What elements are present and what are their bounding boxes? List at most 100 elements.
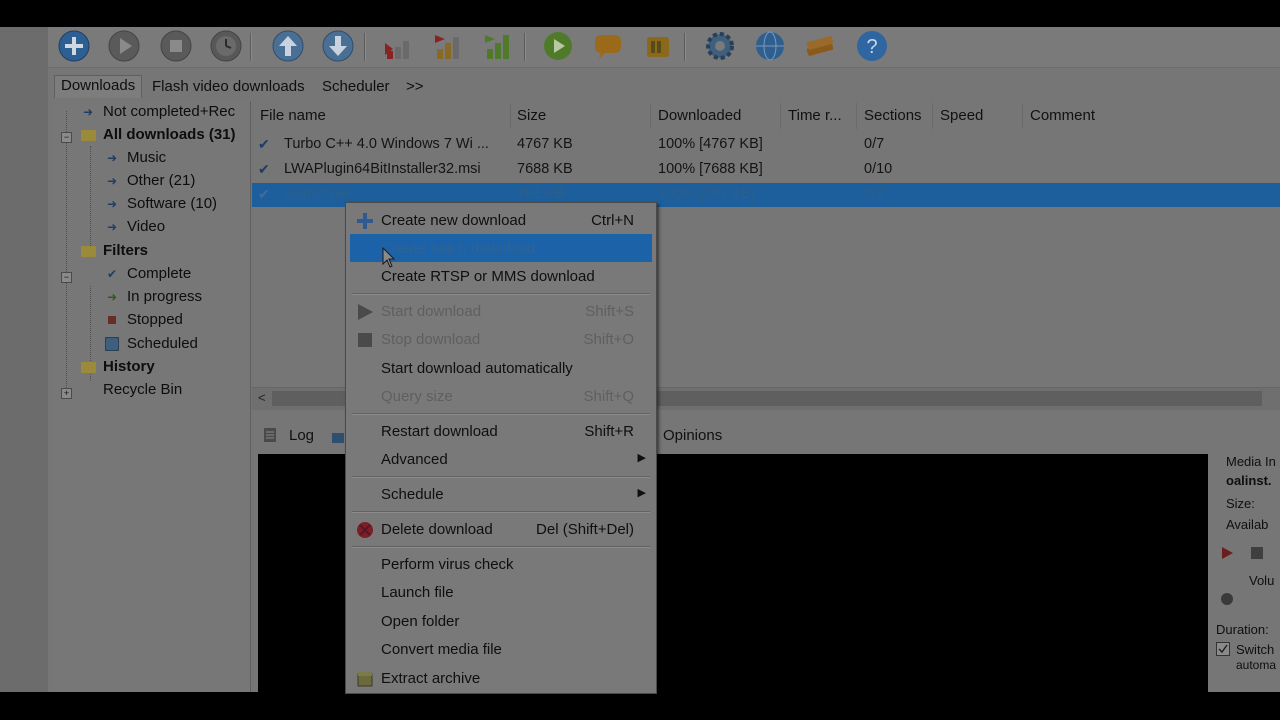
tree-item-other[interactable]: ➜ Other (21) [104, 170, 195, 192]
tree-item-software[interactable]: ➜ Software (10) [104, 193, 217, 215]
switch-label: Switch [1236, 642, 1275, 657]
column-downloaded[interactable]: Downloaded [658, 107, 741, 124]
stop-square-icon [104, 312, 120, 328]
column-speed[interactable]: Speed [940, 107, 983, 124]
checkmark-icon: ✔ [106, 267, 118, 281]
checkmark-icon: ✔ [258, 186, 270, 202]
tree-item-recycle-bin[interactable]: Recycle Bin [80, 379, 182, 401]
volume-icon [1220, 592, 1234, 609]
switch-checkbox[interactable] [1216, 642, 1230, 659]
grabber-icon[interactable] [640, 29, 676, 63]
tree-item-music[interactable]: ➜ Music [104, 147, 166, 169]
bottom-black-border [0, 692, 1280, 720]
menu-item-start-download-automatically[interactable]: Start download automatically [346, 354, 656, 382]
column-file-name[interactable]: File name [260, 107, 326, 124]
chat-icon[interactable] [590, 29, 626, 63]
top-black-border [0, 0, 1280, 27]
media-info-title: Media In [1226, 454, 1276, 469]
speed-medium-icon[interactable] [430, 29, 466, 63]
scroll-left-icon[interactable]: < [258, 390, 266, 405]
folder-icon [80, 243, 96, 259]
view-tabs: Downloads Flash video downloads Schedule… [48, 75, 508, 99]
auto-label: automa [1236, 658, 1277, 672]
column-time-remaining[interactable]: Time r... [788, 107, 842, 124]
archive-icon [356, 670, 374, 688]
tab-opinions[interactable]: Opinions [663, 427, 722, 444]
folder-icon [80, 127, 96, 143]
submenu-arrow-icon: ▶ [637, 487, 646, 499]
move-up-icon[interactable] [270, 29, 306, 63]
menu-item-open-folder[interactable]: Open folder [346, 607, 656, 635]
media-info-panel: Media In oalinst. Size: Availab Volu Dur… [1208, 454, 1280, 692]
tree-item-not-completed[interactable]: ➜ Not completed+Rec [80, 101, 235, 123]
stop-icon[interactable] [158, 29, 194, 63]
settings-gear-icon[interactable] [702, 29, 738, 63]
mouse-pointer-icon [382, 246, 396, 274]
tree-item-scheduled[interactable]: Scheduled [104, 333, 198, 355]
expand-history-icon[interactable]: + [61, 388, 72, 399]
play-icon [356, 303, 374, 321]
tree-item-complete[interactable]: ✔ Complete [104, 263, 191, 285]
move-down-icon[interactable] [320, 29, 356, 63]
menu-item-restart-download[interactable]: Restart download Shift+R [346, 417, 656, 445]
column-size[interactable]: Size [517, 107, 546, 124]
add-download-icon[interactable] [56, 29, 92, 63]
play-icon[interactable] [1220, 546, 1234, 563]
tab-more[interactable]: >> [406, 78, 424, 95]
media-available-label: Availab [1226, 517, 1269, 532]
delete-icon [356, 521, 374, 539]
menu-item-stop-download[interactable]: Stop download Shift+O [346, 325, 656, 353]
tab-scheduler[interactable]: Scheduler [322, 78, 390, 95]
tree-item-filters[interactable]: Filters [80, 240, 148, 262]
arrow-icon: ➜ [106, 197, 118, 211]
table-row[interactable]: ✔ LWAPlugin64BitInstaller32.msi 7688 KB … [252, 158, 1280, 182]
menu-item-advanced[interactable]: Advanced ▶ [346, 445, 656, 473]
menu-item-start-download[interactable]: Start download Shift+S [346, 297, 656, 325]
collapse-filters-icon[interactable]: − [61, 272, 72, 283]
column-sections[interactable]: Sections [864, 107, 922, 124]
tab-downloads[interactable]: Downloads [54, 75, 143, 98]
menu-item-launch-file[interactable]: Launch file [346, 578, 656, 606]
menu-item-extract-archive[interactable]: Extract archive [346, 664, 656, 692]
table-row[interactable]: ✔ Turbo C++ 4.0 Windows 7 Wi ... 4767 KB… [252, 133, 1280, 157]
desktop-left-edge [0, 27, 48, 692]
scheduled-icon [104, 336, 120, 352]
menu-item-create-new-download[interactable]: Create new download Ctrl+N [346, 206, 656, 234]
collapse-all-downloads-icon[interactable]: − [61, 132, 72, 143]
help-icon[interactable]: ? [854, 29, 890, 63]
column-comment[interactable]: Comment [1030, 107, 1095, 124]
arrow-icon: ➜ [82, 105, 94, 119]
tree-item-stopped[interactable]: Stopped [104, 309, 183, 331]
tree-item-all-downloads[interactable]: All downloads (31) [80, 124, 236, 146]
menu-item-delete-download[interactable]: Delete download Del (Shift+Del) [346, 515, 656, 543]
media-player-icon[interactable] [540, 29, 576, 63]
internet-globe-icon[interactable] [752, 29, 788, 63]
speed-low-icon[interactable] [380, 29, 416, 63]
menu-item-convert-media-file[interactable]: Convert media file [346, 635, 656, 663]
log-icon [264, 428, 276, 446]
start-icon[interactable] [106, 29, 142, 63]
plus-icon [356, 212, 374, 230]
submenu-arrow-icon: ▶ [637, 452, 646, 464]
media-file-name: oalinst. [1226, 473, 1272, 488]
tab-log[interactable]: Log [289, 427, 314, 444]
speed-high-icon[interactable] [480, 29, 516, 63]
stop-icon [356, 331, 374, 349]
books-icon[interactable] [802, 29, 838, 63]
stop-icon[interactable] [1250, 546, 1264, 563]
checkmark-icon: ✔ [258, 161, 270, 177]
menu-item-perform-virus-check[interactable]: Perform virus check [346, 550, 656, 578]
category-tree: − − + ➜ Not completed+Rec All downloads (… [54, 101, 251, 692]
menu-item-schedule[interactable]: Schedule ▶ [346, 480, 656, 508]
tab-flash-video-downloads[interactable]: Flash video downloads [152, 78, 305, 95]
checkmark-icon: ✔ [258, 136, 270, 152]
arrow-icon: ➜ [106, 174, 118, 188]
svg-text:?: ? [866, 36, 877, 58]
menu-item-query-size[interactable]: Query size Shift+Q [346, 382, 656, 410]
scheduler-clock-icon[interactable] [208, 29, 244, 63]
tree-item-history[interactable]: History [80, 356, 155, 378]
tree-item-video[interactable]: ➜ Video [104, 216, 165, 238]
context-menu: Create new download Ctrl+N Create batch … [345, 202, 657, 694]
tree-item-in-progress[interactable]: ➜ In progress [104, 286, 202, 308]
arrow-icon: ➜ [106, 220, 118, 234]
